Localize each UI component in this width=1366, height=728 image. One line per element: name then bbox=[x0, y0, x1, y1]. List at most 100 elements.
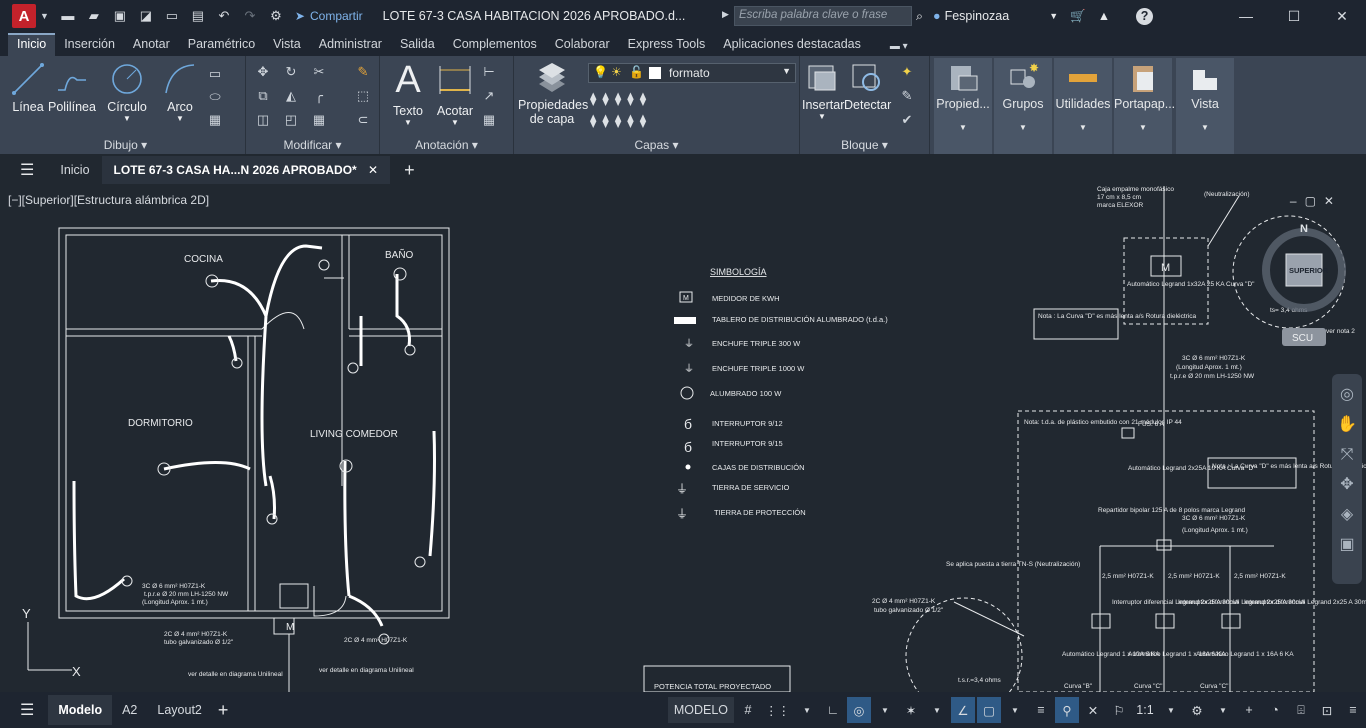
help-icon[interactable]: ? bbox=[1136, 7, 1154, 25]
autocad-logo[interactable]: A bbox=[12, 4, 36, 28]
auto-scale-icon[interactable]: ⚐ bbox=[1107, 697, 1131, 723]
stretch-icon[interactable]: ◫ bbox=[254, 112, 272, 128]
osnap-dropdown-icon[interactable]: ▼ bbox=[1003, 697, 1027, 723]
user-name[interactable]: Fespinozaa bbox=[945, 9, 1010, 23]
groups-panel-button[interactable]: ✸ Grupos ▼ bbox=[994, 58, 1052, 154]
move-icon[interactable]: ✥ bbox=[254, 64, 272, 80]
ortho-icon[interactable]: ∟ bbox=[821, 697, 845, 723]
create-block-icon[interactable]: ✦ bbox=[898, 64, 916, 80]
properties-panel-button[interactable]: Propied... ▼ bbox=[934, 58, 992, 154]
panel-title-bloque[interactable]: Bloque ▾ bbox=[800, 138, 929, 152]
linear-dim-icon[interactable]: ⊢ bbox=[480, 64, 498, 80]
user-chevron-icon[interactable]: ▼ bbox=[1049, 11, 1058, 21]
snap-dropdown-icon[interactable]: ▼ bbox=[795, 697, 819, 723]
layer-dropdown[interactable]: 💡 ☀ 🔓 formato ▼ bbox=[588, 63, 796, 83]
web-mobile-icon[interactable]: ▭ bbox=[161, 7, 183, 25]
tab-insercion[interactable]: Inserción bbox=[55, 33, 124, 56]
fillet-icon[interactable]: ╭ bbox=[310, 88, 328, 104]
layer-properties-button[interactable]: Propiedades de capa bbox=[518, 62, 588, 126]
tab-aplicaciones[interactable]: Aplicaciones destacadas bbox=[714, 33, 870, 56]
hatch-icon[interactable]: ▦ bbox=[206, 112, 224, 128]
panel-title-dibujo[interactable]: Dibujo ▾ bbox=[6, 138, 245, 152]
isolate-icon[interactable]: ◔ bbox=[1263, 697, 1287, 723]
lineweight-icon[interactable]: ≡ bbox=[1029, 697, 1053, 723]
navigation-bar[interactable]: ◎ ✋ ⤧ ✥ ◈ ▣ bbox=[1332, 374, 1362, 584]
model-space-button[interactable]: MODELO bbox=[667, 697, 734, 723]
autodesk-icon[interactable]: ▲ bbox=[1098, 9, 1110, 23]
save-icon[interactable]: ▣ bbox=[109, 7, 131, 25]
polar-dropdown-icon[interactable]: ▼ bbox=[873, 697, 897, 723]
ellipse-icon[interactable]: ⬭ bbox=[206, 89, 224, 105]
tab-anotar[interactable]: Anotar bbox=[124, 33, 179, 56]
close-icon[interactable]: ✕ bbox=[1318, 0, 1366, 32]
scale-value[interactable]: 1:1 bbox=[1133, 697, 1157, 723]
scale-icon[interactable]: ◰ bbox=[282, 112, 300, 128]
workspace-dropdown-icon[interactable]: ▼ bbox=[1211, 697, 1235, 723]
plus-icon[interactable]: + bbox=[1237, 697, 1261, 723]
save-as-icon[interactable]: ◪ bbox=[135, 7, 157, 25]
chevron-right-icon[interactable]: ▶ bbox=[722, 9, 729, 20]
customize-icon[interactable]: ≡ bbox=[1341, 697, 1365, 723]
trim-icon[interactable]: ✂ bbox=[310, 64, 328, 80]
iso-dropdown-icon[interactable]: ▼ bbox=[925, 697, 949, 723]
erase-icon[interactable]: ✎ bbox=[354, 64, 372, 80]
cart-icon[interactable]: 🛒 bbox=[1070, 9, 1086, 24]
view-panel-button[interactable]: Vista ▼ bbox=[1176, 58, 1234, 154]
tab-salida[interactable]: Salida bbox=[391, 33, 444, 56]
maximize-icon[interactable]: ☐ bbox=[1270, 0, 1318, 32]
polyline-button[interactable]: Polilínea bbox=[48, 62, 96, 114]
tab-parametrico[interactable]: Paramétrico bbox=[179, 33, 264, 56]
drawing-canvas[interactable]: [−][Superior][Estructura alámbrica 2D] C… bbox=[4, 186, 1366, 692]
clipboard-panel-button[interactable]: Portapap... ▼ bbox=[1114, 58, 1175, 154]
tab-active-drawing[interactable]: LOTE 67-3 CASA HA...N 2026 APROBADO* ✕ bbox=[101, 156, 391, 184]
new-file-icon[interactable]: ▬ bbox=[57, 7, 79, 25]
add-layout-icon[interactable]: + bbox=[218, 700, 229, 721]
rectangle-icon[interactable]: ▭ bbox=[206, 66, 224, 82]
minimize-icon[interactable]: — bbox=[1222, 0, 1270, 32]
circle-button[interactable]: Círculo ▼ bbox=[102, 62, 152, 123]
table-icon[interactable]: ▦ bbox=[480, 112, 498, 128]
app-menu-chevron-icon[interactable]: ▼ bbox=[40, 11, 49, 21]
tab-start[interactable]: Inicio bbox=[48, 163, 101, 177]
tab-administrar[interactable]: Administrar bbox=[310, 33, 391, 56]
line-button[interactable]: Línea bbox=[10, 62, 46, 114]
annotation-visibility-icon[interactable]: ✕ bbox=[1081, 697, 1105, 723]
offset-icon[interactable]: ⊂ bbox=[354, 112, 372, 128]
panel-title-anotacion[interactable]: Anotación ▾ bbox=[380, 138, 513, 152]
edit-block-icon[interactable]: ✎ bbox=[898, 88, 916, 104]
object-tracking-icon[interactable]: ∠ bbox=[951, 697, 975, 723]
leader-icon[interactable]: ↗ bbox=[480, 88, 498, 104]
open-folder-icon[interactable]: ▰ bbox=[83, 7, 105, 25]
ribbon-options-icon[interactable]: ▬ ▾ bbox=[890, 41, 908, 56]
dimension-button[interactable]: Acotar ▼ bbox=[432, 60, 478, 127]
new-tab-icon[interactable]: + bbox=[404, 160, 415, 181]
isodraft-icon[interactable]: ✶ bbox=[899, 697, 923, 723]
layer-tools-icons[interactable]: ⧫⧫⧫⧫⧫ ⧫⧫⧫⧫⧫ bbox=[590, 88, 710, 132]
tab-inicio[interactable]: Inicio bbox=[8, 33, 56, 56]
mirror-icon[interactable]: ◭ bbox=[282, 88, 300, 104]
array-icon[interactable]: ▦ bbox=[310, 112, 328, 128]
scale-dropdown-icon[interactable]: ▼ bbox=[1159, 697, 1183, 723]
panel-title-modificar[interactable]: Modificar ▾ bbox=[246, 138, 379, 152]
workspace-icon[interactable]: ⚙ bbox=[265, 7, 287, 25]
annotation-scale-icon[interactable]: ⚲ bbox=[1055, 697, 1079, 723]
copy-icon[interactable]: ⧉ bbox=[254, 88, 272, 104]
attribute-icon[interactable]: ✔ bbox=[898, 112, 916, 128]
undo-icon[interactable]: ↶ bbox=[213, 7, 235, 25]
arc-button[interactable]: Arco ▼ bbox=[160, 62, 200, 123]
explode-icon[interactable]: ⬚ bbox=[354, 88, 372, 104]
snap-icon[interactable]: ⋮⋮ bbox=[762, 697, 793, 723]
tab-model[interactable]: Modelo bbox=[48, 695, 113, 725]
hamburger-menu-icon[interactable]: ☰ bbox=[20, 160, 34, 180]
tab-complementos[interactable]: Complementos bbox=[444, 33, 546, 56]
utilities-panel-button[interactable]: Utilidades ▼ bbox=[1054, 58, 1112, 154]
tab-colaborar[interactable]: Colaborar bbox=[546, 33, 619, 56]
tab-layout2[interactable]: Layout2 bbox=[147, 703, 211, 717]
hardware-accel-icon[interactable]: ⌹ bbox=[1289, 697, 1313, 723]
text-button[interactable]: A Texto ▼ bbox=[388, 60, 428, 127]
panel-title-capas[interactable]: Capas ▾ bbox=[514, 138, 799, 152]
viewport-window-controls[interactable]: –▢✕ bbox=[1290, 194, 1342, 208]
redo-icon[interactable]: ↷ bbox=[239, 7, 261, 25]
polar-icon[interactable]: ◎ bbox=[847, 697, 871, 723]
tab-vista[interactable]: Vista bbox=[264, 33, 310, 56]
